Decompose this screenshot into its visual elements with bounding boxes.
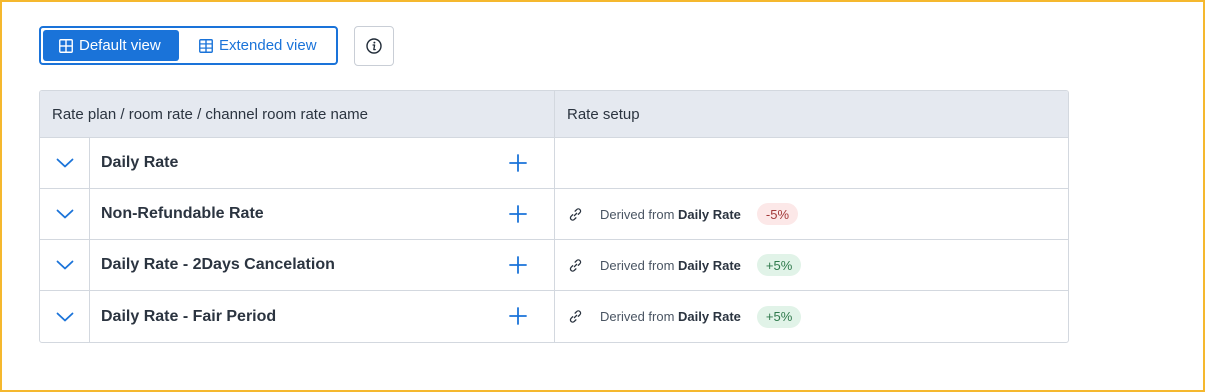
rate-setup-cell: Derived from Daily Rate +5% — [555, 240, 1068, 290]
table-row: Daily Rate - 2Days Cancelation Derived f… — [40, 240, 1068, 291]
rate-name-cell: Daily Rate - Fair Period — [90, 291, 555, 342]
extended-view-button[interactable]: Extended view — [179, 30, 331, 61]
adjustment-badge: +5% — [756, 254, 802, 276]
link-icon — [569, 310, 582, 323]
view-toggle: Default view Extended view — [39, 26, 338, 65]
rate-name: Daily Rate — [101, 154, 179, 171]
derived-prefix: Derived from — [600, 257, 675, 273]
derived-from-text: Derived from Daily Rate — [600, 309, 741, 324]
rate-setup-cell: Derived from Daily Rate +5% — [555, 291, 1068, 342]
grid-icon — [59, 38, 73, 53]
expand-toggle[interactable] — [40, 240, 90, 290]
chevron-down-icon — [56, 260, 73, 270]
info-button[interactable] — [354, 26, 394, 66]
default-view-label: Default view — [79, 37, 161, 54]
rate-name: Daily Rate - 2Days Cancelation — [101, 256, 335, 273]
table-row: Daily Rate - Fair Period Derived from Da… — [40, 291, 1068, 342]
table-row: Non-Refundable Rate Derived from Daily R… — [40, 189, 1068, 240]
plus-icon[interactable] — [508, 255, 528, 275]
derived-prefix: Derived from — [600, 309, 675, 324]
rate-plans-table: Rate plan / room rate / channel room rat… — [39, 90, 1069, 343]
derived-source: Daily Rate — [678, 257, 741, 273]
chevron-down-icon — [56, 209, 73, 219]
default-view-button[interactable]: Default view — [43, 30, 179, 61]
adjustment-badge: -5% — [756, 203, 799, 225]
derived-prefix: Derived from — [600, 206, 675, 222]
extended-grid-icon — [199, 38, 213, 53]
rate-name-cell: Non-Refundable Rate — [90, 189, 555, 239]
expand-toggle[interactable] — [40, 291, 90, 342]
derived-source: Daily Rate — [678, 206, 741, 222]
chevron-down-icon — [56, 158, 73, 168]
plus-icon[interactable] — [508, 153, 528, 173]
link-icon — [569, 207, 582, 221]
table-row: Daily Rate — [40, 138, 1068, 189]
rate-name-cell: Daily Rate — [90, 138, 555, 188]
derived-from-text: Derived from Daily Rate — [600, 258, 741, 273]
info-icon — [366, 38, 382, 54]
derived-from-text: Derived from Daily Rate — [600, 207, 741, 222]
chevron-down-icon — [56, 312, 73, 321]
adjustment-badge: +5% — [756, 305, 802, 328]
rate-name: Non-Refundable Rate — [101, 205, 264, 222]
rate-setup-cell — [555, 138, 1068, 188]
rate-name-cell: Daily Rate - 2Days Cancelation — [90, 240, 555, 290]
rate-setup-cell: Derived from Daily Rate -5% — [555, 189, 1068, 239]
derived-source: Daily Rate — [678, 309, 741, 324]
name-column-header: Rate plan / room rate / channel room rat… — [40, 91, 555, 137]
setup-column-header: Rate setup — [567, 105, 640, 123]
plus-icon[interactable] — [508, 306, 528, 326]
expand-toggle[interactable] — [40, 138, 90, 188]
plus-icon[interactable] — [508, 204, 528, 224]
expand-toggle[interactable] — [40, 189, 90, 239]
extended-view-label: Extended view — [219, 37, 317, 54]
link-icon — [569, 258, 582, 272]
table-header: Rate plan / room rate / channel room rat… — [40, 91, 1068, 138]
rate-name: Daily Rate - Fair Period — [101, 307, 277, 325]
